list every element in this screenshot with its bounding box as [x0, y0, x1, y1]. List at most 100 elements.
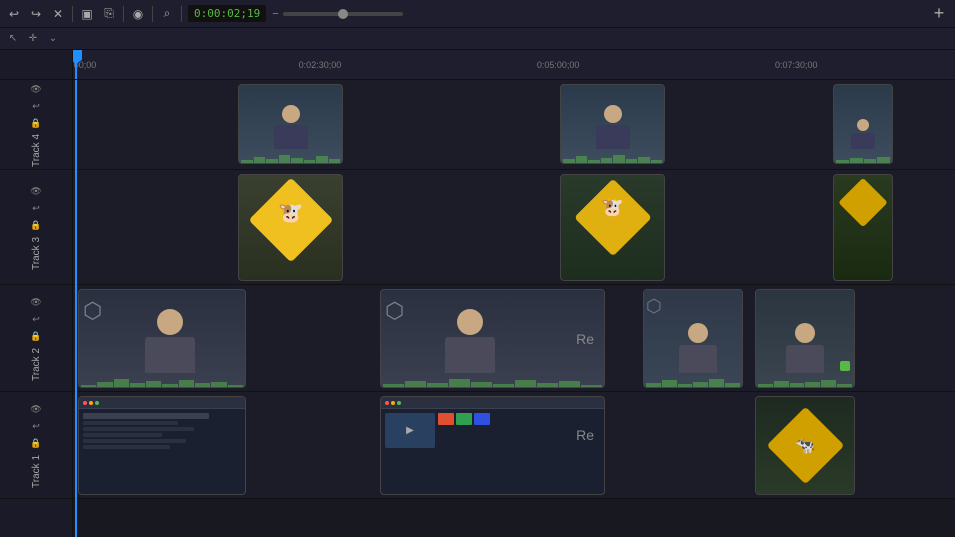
clip-track3-2[interactable]: 🐮 — [560, 174, 665, 281]
clip-track4-1[interactable] — [238, 84, 343, 164]
wb8 — [651, 160, 663, 163]
track1-eye-icon[interactable]: 👁 — [29, 403, 43, 417]
body-t2c1 — [145, 337, 195, 373]
head-t2c3 — [688, 323, 708, 343]
wb2 — [254, 157, 266, 163]
time-marker-230: 0:02:30;00 — [299, 50, 342, 70]
body-t4c3 — [851, 133, 875, 149]
track3-eye-icon[interactable]: 👁 — [29, 185, 43, 199]
wb10 — [228, 385, 243, 387]
head-t2c2 — [457, 309, 483, 335]
body-t2c4 — [786, 345, 824, 373]
wb8 — [537, 383, 558, 387]
wb7 — [316, 156, 328, 163]
clip-track3-3[interactable] — [833, 174, 893, 281]
clip-track1-2[interactable]: ▶ Re — [380, 396, 605, 495]
clip-track1-1[interactable] — [78, 396, 246, 495]
clip-track2-1[interactable]: ⬡ — [78, 289, 246, 388]
re-label-t1c2: Re — [576, 426, 594, 465]
page-line2 — [83, 421, 178, 425]
track-label-track3: 👁 ↩ 🔒 Track 3 — [0, 170, 72, 285]
wb6 — [493, 384, 514, 387]
waveform-t2c3 — [644, 373, 742, 387]
body-t2c3 — [679, 345, 717, 373]
wb6 — [725, 383, 740, 387]
track1-arrow-icon[interactable]: ↩ — [29, 420, 43, 434]
btn-min — [89, 401, 93, 405]
add-button[interactable]: + — [929, 4, 949, 24]
track4-eye-icon[interactable]: 👁 — [29, 82, 43, 96]
track-row-track2: ⬡ — [73, 285, 955, 392]
time-ruler: 0:00:00;00 0:02:30;00 0:05:00;00 0:07:30… — [73, 50, 955, 80]
pointer-icon[interactable]: ↖ — [6, 32, 20, 46]
page-line6 — [83, 445, 170, 449]
wb5 — [821, 380, 836, 387]
wb2 — [97, 382, 112, 387]
btn-max2 — [397, 401, 401, 405]
clip-track2-4[interactable] — [755, 289, 855, 388]
wb3 — [588, 160, 600, 163]
playhead-ruler — [75, 50, 77, 79]
hex-t2c3: ⬡ — [646, 296, 662, 317]
time-marker-500: 0:05:00;00 — [537, 50, 580, 70]
person-shape-t4c2 — [596, 105, 630, 149]
track3-label: Track 3 — [31, 237, 42, 270]
track-label-track2: 👁 ↩ 🔒 Track 2 — [0, 285, 72, 392]
clip-track4-3[interactable] — [833, 84, 893, 164]
chevron-down-icon[interactable]: ⌄ — [46, 32, 60, 46]
clip-track2-2[interactable]: ⬡ Re — [380, 289, 605, 388]
person-t2c2 — [445, 309, 495, 373]
clip-track1-3[interactable]: 🐄 — [755, 396, 855, 495]
divider1 — [72, 6, 73, 22]
wb1 — [81, 385, 96, 387]
color-boxes — [438, 413, 490, 490]
wb6 — [304, 160, 316, 163]
track2-lock-icon[interactable]: 🔒 — [29, 330, 43, 344]
wb4 — [805, 382, 820, 387]
track2-icons: 👁 ↩ 🔒 — [29, 296, 43, 344]
wb10 — [581, 385, 602, 387]
waveform-t2c4 — [756, 373, 854, 387]
wb2 — [405, 381, 426, 387]
waveform-t2c1 — [79, 373, 245, 387]
wb3 — [114, 379, 129, 387]
wb4 — [279, 155, 291, 163]
track1-icons: 👁 ↩ 🔒 — [29, 403, 43, 451]
timeline-area: 0:00:00;00 0:02:30;00 0:05:00;00 0:07:30… — [73, 50, 955, 537]
track3-lock-icon[interactable]: 🔒 — [29, 219, 43, 233]
wb3 — [678, 384, 693, 387]
track4-lock-icon[interactable]: 🔒 — [29, 116, 43, 130]
wb2 — [576, 156, 588, 163]
move-icon[interactable]: ✛ — [26, 32, 40, 46]
clip-track3-1[interactable]: 🐮 — [238, 174, 343, 281]
camera-icon[interactable]: ◉ — [130, 6, 146, 22]
page-line3 — [83, 427, 194, 431]
track4-arrow-icon[interactable]: ↩ — [29, 99, 43, 113]
cut-icon[interactable]: ▣ — [79, 6, 95, 22]
track3-arrow-icon[interactable]: ↩ — [29, 202, 43, 216]
copy-icon[interactable]: ⎘ — [101, 6, 117, 22]
track-labels: 👁 ↩ 🔒 Track 4 👁 ↩ 🔒 Track 3 👁 ↩ 🔒 Track … — [0, 50, 73, 537]
body-t4c2 — [596, 125, 630, 149]
track2-eye-icon[interactable]: 👁 — [29, 296, 43, 310]
track2-arrow-icon[interactable]: ↩ — [29, 313, 43, 327]
zoom-slider[interactable] — [283, 12, 403, 16]
search-icon[interactable]: ⌕ — [159, 6, 175, 22]
wb5 — [709, 379, 724, 387]
zoom-minus-icon[interactable]: − — [272, 8, 278, 20]
clip-track2-3[interactable]: ⬡ — [643, 289, 743, 388]
undo-icon[interactable]: ↩ — [6, 6, 22, 22]
wb4 — [130, 383, 145, 387]
close-icon[interactable]: ✕ — [50, 6, 66, 22]
clip-track4-2[interactable] — [560, 84, 665, 164]
track-row-track1: ▶ Re — [73, 392, 955, 499]
wb2 — [662, 380, 677, 387]
zoom-slider-thumb — [338, 9, 348, 19]
sign-thumb-t1c3: 🐄 — [756, 397, 854, 494]
wb6 — [837, 384, 852, 387]
person-shape-t4c3 — [851, 119, 875, 149]
redo-icon[interactable]: ↪ — [28, 6, 44, 22]
track-label-track1: 👁 ↩ 🔒 Track 1 — [0, 392, 72, 499]
wb4 — [601, 158, 613, 163]
track1-lock-icon[interactable]: 🔒 — [29, 437, 43, 451]
